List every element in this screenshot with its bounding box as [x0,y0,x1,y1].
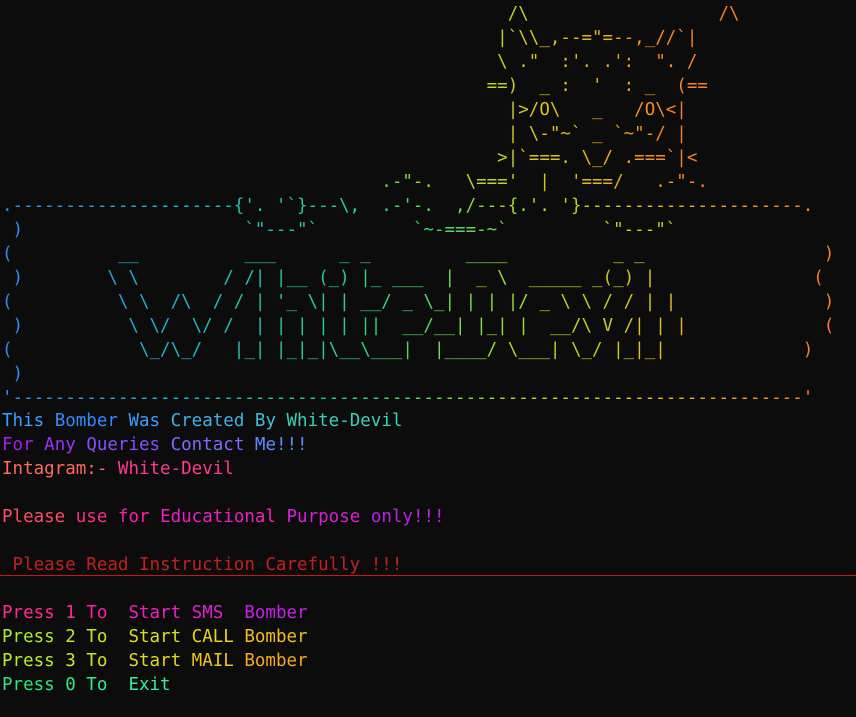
text-segment: Start [128,651,192,671]
ascii-art-line-2: |`\\_,--="=--,_//`| [2,28,698,48]
text-segment: Please [2,507,76,527]
ascii-art-line-6: | \-"~` _ `~"-/ | [2,124,687,144]
ascii-art-line-5: |>/O\ _ /O\<| [2,100,687,120]
text-segment: SMS [191,603,245,623]
text-segment: for [117,507,161,527]
text-segment: 0 [65,675,87,695]
text-segment: Bomber [244,603,308,623]
text-segment: White-Devil [286,411,403,431]
text-segment: Bomber [54,411,129,431]
text-segment: Exit [128,675,171,695]
ascii-art-line-11: ( __ ___ _ _ ____ _ _ ) [2,244,835,264]
text-segment: 2 [65,627,87,647]
text-segment: Educational [160,507,287,527]
text-segment: only!!! [370,507,445,527]
text-segment: Queries [86,435,171,455]
ascii-art-line-3: \ ." :'. .': ". / [2,52,698,72]
ascii-art-line-17: '---------------------------------------… [2,388,814,408]
info-line-disclaimer: Please use for Educational Purpose only!… [2,505,445,529]
text-segment: Press [2,627,66,647]
info-line-creator: This Bomber Was Created By White-Devil [2,409,402,433]
terminal-window: /\ /\ |`\\_,--="=--,_//`| \ ." :'. .': "… [0,0,856,717]
text-segment: To [86,603,129,623]
text-segment: 3 [65,651,87,671]
text-segment: CALL [191,627,245,647]
ascii-art-line-16: ) ( [2,362,856,386]
text-segment: use [75,507,118,527]
text-segment: Start [128,627,192,647]
text-segment: White-Devil [117,459,234,479]
text-segment: By [254,411,287,431]
text-segment: Purpose [286,507,371,527]
text-segment: For [2,435,45,455]
ascii-art-line-14: ) \ \/ \/ / | | | | | || __/__| |_| | __… [2,316,835,336]
warning-divider [0,575,856,576]
ascii-art-line-13: ( \ \ /\ / / | '_ \| | __/ _ \_| | | |/ … [2,292,835,312]
info-line-instagram: Intagram:- White-Devil [2,457,234,481]
text-segment: Start [128,603,192,623]
warning-text: Please Read Instruction Carefully !!! [2,555,403,575]
text-segment: Me!!! [254,435,308,455]
text-segment: Press [2,675,66,695]
text-segment: This [2,411,55,431]
text-segment: Contact [170,435,255,455]
ascii-art-line-7: >|`===. \_/ .===`|< [2,148,698,168]
text-segment: Bomber [244,627,308,647]
info-line-contact: For Any Queries Contact Me!!! [2,433,308,457]
text-segment: MAIL [191,651,245,671]
menu-option-mail: Press 3 To Start MAIL Bomber [2,649,308,673]
ascii-art-line-1: /\ /\ [2,4,740,24]
ascii-art-line-12: ) \ \ / /| |__ (_) |_ ___ | _ \ _____ _(… [2,268,824,288]
menu-option-exit: Press 0 To Exit [2,673,171,697]
text-segment: Press [2,651,66,671]
text-segment: Bomber [244,651,308,671]
ascii-art-line-4: ==) _ : ' : _ (== [2,76,708,96]
ascii-art-line-10: ) `"---"` `~-===-~` `"---"` ( [2,218,856,242]
ascii-art-line-15: ( \_/\_/ |_| |_|_|\__\___| |____/ \___| … [2,340,814,360]
text-segment: Created [170,411,255,431]
text-segment: Was [128,411,171,431]
text-segment: To [86,651,129,671]
text-segment: To [86,675,129,695]
ascii-art-line-9: .---------------------{'. '`}---\, .-'-.… [2,196,814,216]
text-segment: 1 [65,603,87,623]
menu-option-call: Press 2 To Start CALL Bomber [2,625,308,649]
text-segment: Any [44,435,87,455]
text-segment: Press [2,603,66,623]
ascii-art-line-8: .-"-. \===' | '===/ .-"-. [2,172,708,192]
text-segment: To [86,627,129,647]
text-segment: Intagram:- [2,459,118,479]
menu-option-sms: Press 1 To Start SMS Bomber [2,601,308,625]
